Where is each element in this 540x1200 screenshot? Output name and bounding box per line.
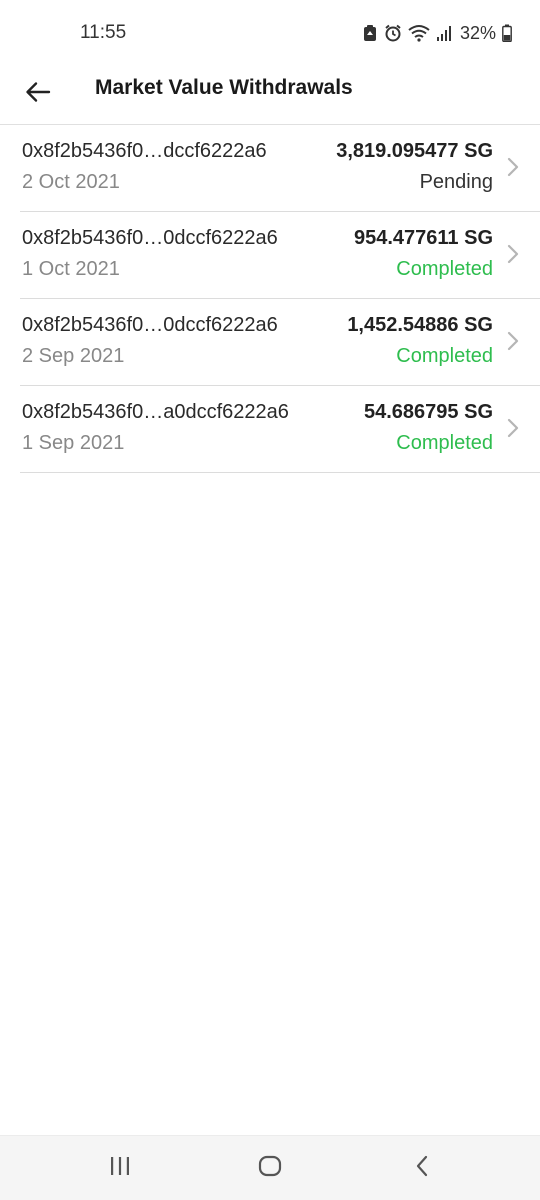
transaction-id: 0x8f2b5436f0…a0dccf6222a6 bbox=[22, 401, 289, 423]
transaction-id: 0x8f2b5436f0…dccf6222a6 bbox=[22, 140, 267, 162]
transaction-amount: 54.686795 SG bbox=[364, 401, 493, 423]
signal-icon bbox=[436, 24, 452, 42]
battery-percentage: 32% bbox=[459, 22, 496, 43]
transaction-amount: 3,819.095477 SG bbox=[336, 140, 493, 162]
withdrawal-row[interactable]: 0x8f2b5436f0…0dccf6222a6 1 Oct 2021 954.… bbox=[20, 212, 540, 299]
nav-back-icon bbox=[414, 1155, 430, 1182]
home-button[interactable] bbox=[250, 1152, 290, 1184]
transaction-id: 0x8f2b5436f0…0dccf6222a6 bbox=[22, 314, 278, 336]
transaction-amount: 954.477611 SG bbox=[353, 227, 493, 249]
status-bar: 11:55 32% bbox=[0, 0, 540, 66]
withdrawals-screen: 11:55 32% Market Value Withdrawals 0x8f2… bbox=[0, 0, 540, 1200]
withdrawal-row[interactable]: 0x8f2b5436f0…a0dccf6222a6 1 Sep 2021 54.… bbox=[20, 386, 540, 473]
chevron-right-icon bbox=[506, 330, 520, 352]
arrow-left-icon bbox=[25, 81, 51, 108]
chevron-right-icon bbox=[506, 156, 520, 178]
status-icons: 32% bbox=[362, 20, 512, 46]
wifi-icon bbox=[408, 24, 430, 42]
recycle-notification-icon bbox=[362, 24, 378, 42]
status-time: 11:55 bbox=[80, 22, 127, 43]
recents-icon bbox=[109, 1156, 131, 1181]
chevron-right-icon bbox=[506, 243, 520, 265]
home-icon bbox=[258, 1155, 282, 1182]
transaction-date: 1 Sep 2021 bbox=[22, 432, 125, 454]
status-pending: Pending bbox=[419, 171, 493, 193]
app-header: Market Value Withdrawals bbox=[0, 66, 540, 124]
page-title: Market Value Withdrawals bbox=[95, 76, 353, 99]
battery-icon bbox=[502, 24, 512, 42]
transaction-date: 2 Oct 2021 bbox=[22, 171, 120, 193]
system-navigation-bar bbox=[0, 1135, 540, 1200]
alarm-icon bbox=[384, 24, 402, 42]
status-completed: Completed bbox=[396, 258, 493, 280]
transaction-date: 1 Oct 2021 bbox=[22, 258, 120, 280]
recents-button[interactable] bbox=[100, 1152, 140, 1184]
back-button[interactable] bbox=[20, 74, 56, 114]
transaction-amount: 1,452.54886 SG bbox=[347, 314, 493, 336]
withdrawal-row[interactable]: 0x8f2b5436f0…dccf6222a6 2 Oct 2021 3,819… bbox=[20, 125, 540, 212]
status-completed: Completed bbox=[396, 432, 493, 454]
withdrawals-list: 0x8f2b5436f0…dccf6222a6 2 Oct 2021 3,819… bbox=[20, 125, 540, 473]
withdrawal-row[interactable]: 0x8f2b5436f0…0dccf6222a6 2 Sep 2021 1,45… bbox=[20, 299, 540, 386]
transaction-id: 0x8f2b5436f0…0dccf6222a6 bbox=[22, 227, 278, 249]
system-back-button[interactable] bbox=[402, 1152, 442, 1184]
transaction-date: 2 Sep 2021 bbox=[22, 345, 125, 367]
chevron-right-icon bbox=[506, 417, 520, 439]
status-completed: Completed bbox=[396, 345, 493, 367]
